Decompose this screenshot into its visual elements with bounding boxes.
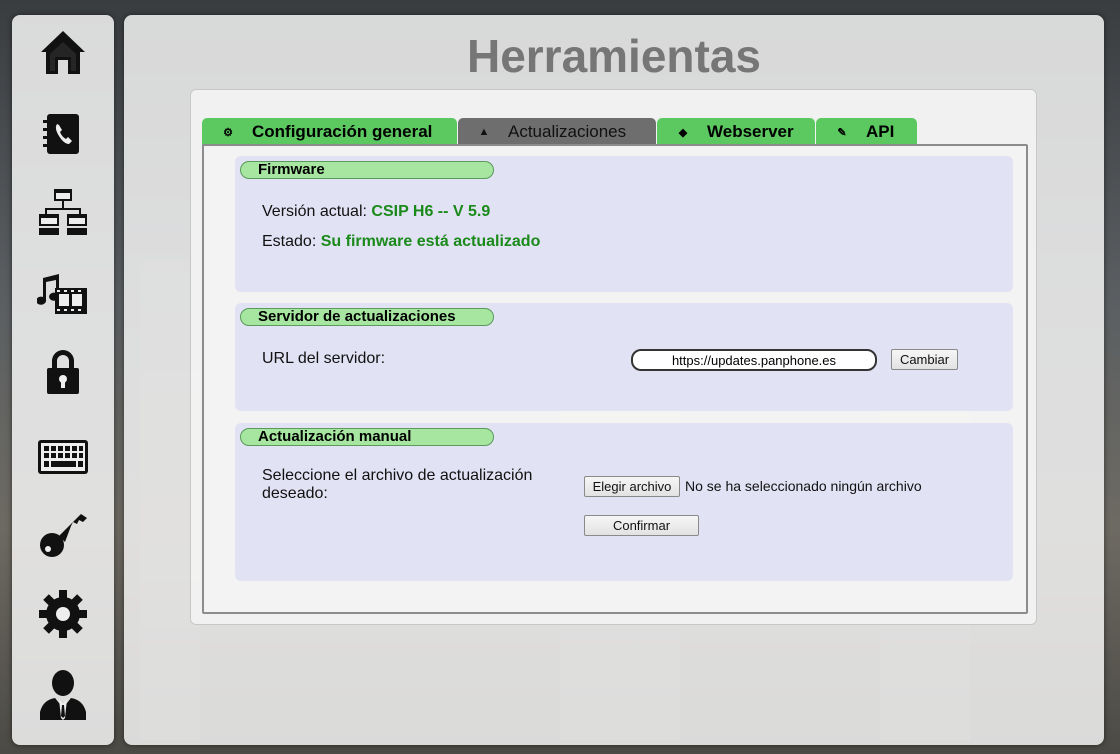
phonebook-icon xyxy=(43,114,79,154)
main-content: Herramientas ⚙ Configuración general ▲ A… xyxy=(124,15,1104,745)
sidebar-item-user[interactable] xyxy=(34,665,92,723)
network-icon xyxy=(39,189,87,235)
status-label: Estado: xyxy=(262,233,317,250)
sidebar-item-network[interactable] xyxy=(34,183,92,241)
firmware-version-row: Versión actual: CSIP H6 -- V 5.9 xyxy=(262,203,490,221)
shield-icon: ◆ xyxy=(678,126,688,139)
tab-updates[interactable]: ▲ Actualizaciones xyxy=(458,118,656,146)
confirm-button[interactable]: Confirmar xyxy=(584,515,699,536)
wrench-icon: ✎ xyxy=(837,126,847,139)
gear-icon: ⚙ xyxy=(223,126,233,139)
update-server-header: Servidor de actualizaciones xyxy=(240,308,494,326)
status-value: Su firmware está actualizado xyxy=(320,233,541,250)
upload-icon: ▲ xyxy=(478,126,490,138)
change-button[interactable]: Cambiar xyxy=(891,349,958,370)
sidebar-item-keys[interactable] xyxy=(34,505,92,563)
sidebar xyxy=(12,15,114,745)
firmware-status-row: Estado: Su firmware está actualizado xyxy=(262,233,540,251)
keyboard-icon xyxy=(38,440,88,474)
sidebar-item-settings[interactable] xyxy=(34,585,92,643)
tab-api[interactable]: ✎ API xyxy=(816,118,917,146)
user-icon xyxy=(40,670,86,720)
sidebar-item-security[interactable] xyxy=(34,343,92,401)
sidebar-item-home[interactable] xyxy=(34,23,92,81)
lock-icon xyxy=(47,350,79,394)
version-label: Versión actual: xyxy=(262,203,367,220)
media-icon xyxy=(37,274,87,314)
key-icon xyxy=(40,514,87,557)
page-title: Herramientas xyxy=(466,30,762,82)
sidebar-item-keyboard[interactable] xyxy=(34,427,92,485)
firmware-section: Firmware Versión actual: CSIP H6 -- V 5.… xyxy=(235,156,1013,292)
url-label: URL del servidor: xyxy=(262,350,386,367)
choose-file-button[interactable]: Elegir archivo xyxy=(584,476,680,497)
sidebar-item-media[interactable] xyxy=(34,265,92,323)
tab-label: Configuración general xyxy=(252,122,433,141)
no-file-text: No se ha seleccionado ningún archivo xyxy=(685,478,922,494)
tab-webserver[interactable]: ◆ Webserver xyxy=(657,118,815,146)
tools-panel: ⚙ Configuración general ▲ Actualizacione… xyxy=(190,89,1037,625)
version-value: CSIP H6 -- V 5.9 xyxy=(371,203,491,220)
update-server-section: Servidor de actualizaciones URL del serv… xyxy=(235,303,1013,411)
file-select-label: Seleccione el archivo de actualización d… xyxy=(262,467,533,502)
firmware-header: Firmware xyxy=(240,161,494,179)
manual-update-section: Actualización manual Seleccione el archi… xyxy=(235,423,1013,581)
home-icon xyxy=(41,31,85,74)
sidebar-item-phonebook[interactable] xyxy=(34,105,92,163)
manual-update-header: Actualización manual xyxy=(240,428,494,446)
server-url-input[interactable] xyxy=(631,349,877,371)
updates-tab-content: Firmware Versión actual: CSIP H6 -- V 5.… xyxy=(202,144,1028,614)
tab-label: API xyxy=(866,122,895,141)
gear-icon xyxy=(39,590,87,638)
tab-label: Webserver xyxy=(707,122,794,141)
tab-general-config[interactable]: ⚙ Configuración general xyxy=(202,118,457,146)
tab-label: Actualizaciones xyxy=(508,122,627,141)
